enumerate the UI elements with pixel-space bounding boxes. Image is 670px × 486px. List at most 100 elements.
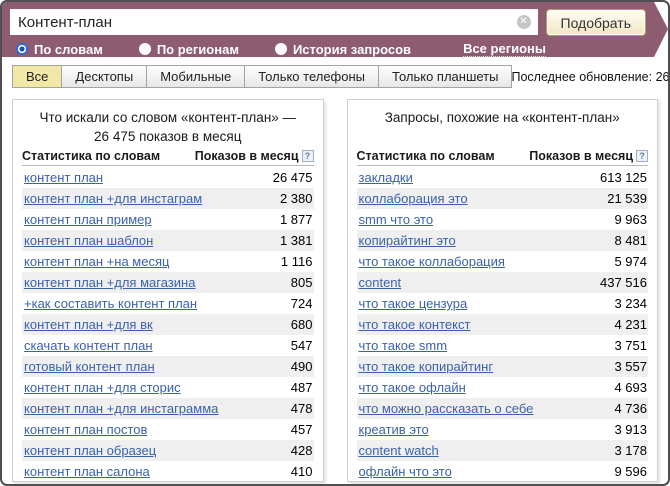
wordstat-window: ✕ Подобрать По словам По регионам Истори… [0,0,670,486]
help-icon[interactable]: ? [302,150,314,162]
query-link[interactable]: контент план пример [24,212,152,227]
table-row: +как составить контент план 724 [22,293,314,314]
query-link[interactable]: контент план салона [24,464,150,479]
clear-icon[interactable]: ✕ [517,15,531,29]
search-banner: ✕ Подобрать По словам По регионам Истори… [2,2,668,57]
count-value: 437 516 [600,275,647,290]
query-link[interactable]: креатив это [359,422,429,437]
query-link[interactable]: контент план +для сторис [24,380,181,395]
table-row: что такое коллаборация 5 974 [357,251,649,272]
count-value: 8 481 [614,233,647,248]
query-link[interactable]: скачать контент план [24,338,153,353]
count-value: 4 693 [614,380,647,395]
query-link[interactable]: content [359,275,402,290]
panel-title: Что искали со словом «контент-план» — 26… [22,106,314,146]
query-link[interactable]: что такое офлайн [359,380,466,395]
radio-icon [139,43,151,55]
query-link[interactable]: контент план +для вк [24,317,153,332]
table-row: контент план +для сторис 487 [22,377,314,398]
query-link[interactable]: +как составить контент план [24,296,197,311]
table-row: скачать контент план 547 [22,335,314,356]
count-value: 1 381 [280,233,313,248]
count-value: 724 [291,296,313,311]
count-value: 478 [291,401,313,416]
table-row: контент план шаблон 1 381 [22,230,314,251]
radio-option[interactable]: По регионам [139,42,239,57]
table-row: что такое smm 3 751 [357,335,649,356]
count-value: 428 [291,443,313,458]
filter-bar: По словам По регионам История запросов В… [10,41,646,57]
table-row: контент план постов 457 [22,419,314,440]
query-link[interactable]: что такое цензура [359,296,468,311]
query-link[interactable]: что такое smm [359,338,448,353]
help-icon[interactable]: ? [636,150,648,162]
query-link[interactable]: контент план шаблон [24,233,153,248]
column-header-count: Показов в месяц [195,149,299,163]
query-link[interactable]: коллаборация это [359,191,468,206]
count-value: 3 557 [614,359,647,374]
submit-button[interactable]: Подобрать [546,9,647,36]
device-tab[interactable]: Только планшеты [378,65,512,88]
query-link[interactable]: копирайтинг это [359,233,456,248]
table-row: smm что это 9 963 [357,209,649,230]
table-row: контент план образец 428 [22,440,314,461]
query-link[interactable]: контент план +для инстаграм [24,191,202,206]
table-row: контент план +для инстаграм 2 380 [22,188,314,209]
device-tab[interactable]: Все [12,65,62,88]
radio-label: История запросов [293,42,411,57]
radio-option[interactable]: История запросов [275,42,411,57]
query-link[interactable]: что можно рассказать о себе [359,401,534,416]
device-tab[interactable]: Только телефоны [244,65,379,88]
radio-label: По словам [34,42,103,57]
device-tabs: ВсеДесктопыМобильныеТолько телефоныТольк… [2,65,668,88]
query-link[interactable]: контент план постов [24,422,147,437]
query-link[interactable]: контент план +для инстаграмма [24,401,218,416]
column-header-count: Показов в месяц [529,149,633,163]
table-row: контент план +на месяц 1 116 [22,251,314,272]
count-value: 613 125 [600,170,647,185]
query-link[interactable]: контент план +для магазина [24,275,195,290]
panel-title: Запросы, похожие на «контент-план» [357,106,649,146]
count-value: 487 [291,380,313,395]
panel-word-stats: Что искали со словом «контент-план» — 26… [12,99,324,482]
count-value: 3 913 [614,422,647,437]
count-value: 3 178 [614,443,647,458]
last-update-text: Последнее обновление: 26.05.2022 [511,70,670,84]
table-row: content watch 3 178 [357,440,649,461]
query-link[interactable]: контент план [24,170,103,185]
table-row: готовый контент план 490 [22,356,314,377]
count-value: 9 596 [614,464,647,479]
query-link[interactable]: контент план образец [24,443,156,458]
query-link[interactable]: что такое коллаборация [359,254,505,269]
query-link[interactable]: закладки [359,170,413,185]
count-value: 410 [291,464,313,479]
radio-icon [275,43,287,55]
column-header-query: Статистика по словам [22,149,160,163]
all-regions-link[interactable]: Все регионы [463,41,546,57]
query-link[interactable]: content watch [359,443,439,458]
count-value: 26 475 [273,170,313,185]
count-value: 1 116 [281,254,313,269]
table-row: закладки 613 125 [357,167,649,188]
radio-option[interactable]: По словам [16,42,103,57]
count-value: 21 539 [607,191,647,206]
device-tab[interactable]: Десктопы [61,65,147,88]
count-value: 2 380 [280,191,313,206]
count-value: 4 231 [614,317,647,332]
query-link[interactable]: готовый контент план [24,359,155,374]
table-row: что такое цензура 3 234 [357,293,649,314]
table-row: что такое офлайн 4 693 [357,377,649,398]
count-value: 4 736 [614,401,647,416]
table-row: контент план +для магазина 805 [22,272,314,293]
query-link[interactable]: что такое контекст [359,317,471,332]
count-value: 3 751 [614,338,647,353]
count-value: 9 963 [614,212,647,227]
query-link[interactable]: что такое копирайтинг [359,359,494,374]
query-link[interactable]: smm что это [359,212,434,227]
radio-icon [16,43,28,55]
query-link[interactable]: контент план +на месяц [24,254,169,269]
device-tab[interactable]: Мобильные [146,65,245,88]
count-value: 3 234 [614,296,647,311]
search-input[interactable] [10,9,538,35]
query-link[interactable]: офлайн что это [359,464,452,479]
